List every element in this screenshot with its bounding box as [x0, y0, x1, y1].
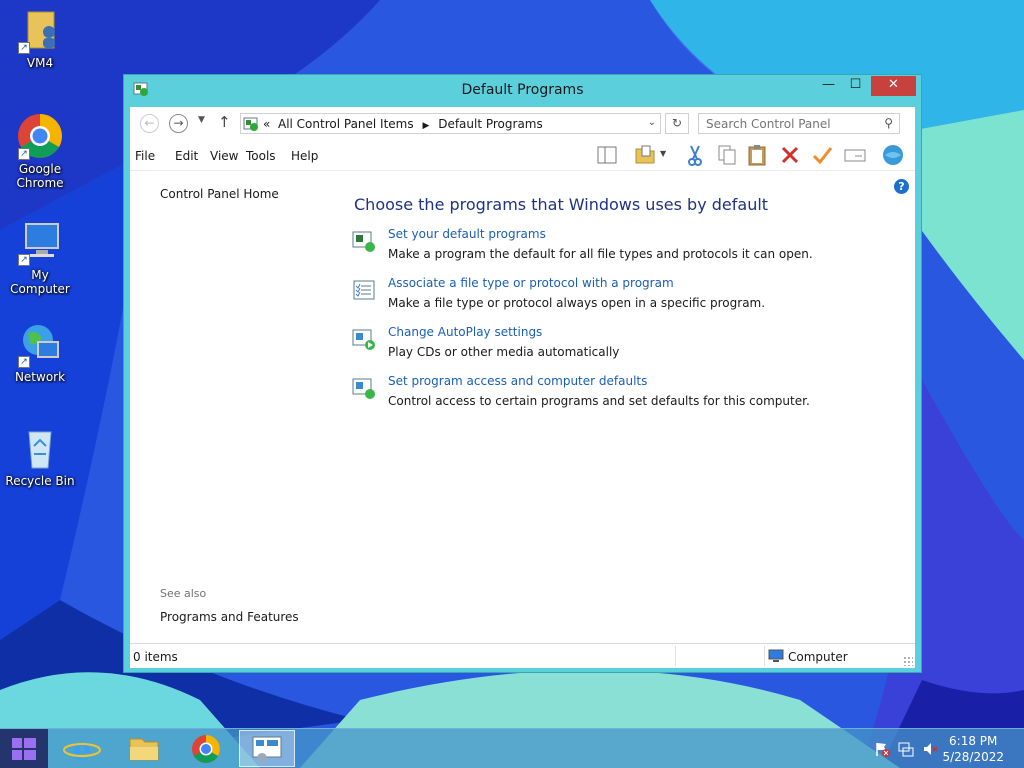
layout-pane-icon[interactable]	[595, 143, 619, 167]
desktop-icon-label: My Computer	[10, 268, 70, 296]
computer-icon	[768, 649, 784, 662]
taskbar-clock[interactable]: 6:18 PM 5/28/2022	[942, 733, 1004, 765]
task-associate-file-type: Associate a file type or protocol with a…	[352, 276, 812, 316]
volume-muted-icon[interactable]	[922, 741, 938, 757]
breadcrumb-separator-icon[interactable]: ▶	[417, 121, 434, 131]
file-association-icon	[353, 280, 375, 300]
chrome-icon	[192, 735, 220, 763]
recent-locations-dropdown[interactable]: ▼	[198, 115, 205, 125]
windows-logo-icon	[12, 738, 36, 760]
left-navigation-pane: Control Panel Home	[160, 187, 279, 201]
associate-file-type-description: Make a file type or protocol always open…	[388, 296, 766, 310]
autoplay-settings-description: Play CDs or other media automatically	[388, 345, 620, 359]
taskbar-control-panel[interactable]	[239, 730, 295, 767]
breadcrumb-all-control-panel-items[interactable]: All Control Panel Items	[278, 117, 414, 131]
desktop-icon-label: VM4	[26, 56, 54, 70]
status-divider	[764, 646, 765, 666]
control-panel-icon	[252, 736, 282, 763]
taskbar: e 6:18 PM 5/28/2022	[0, 728, 1024, 768]
desktop-icon-label: Google Chrome	[16, 162, 64, 190]
internet-explorer-icon: e	[63, 733, 101, 768]
forward-button[interactable]: →	[169, 114, 188, 133]
address-overflow-chevron[interactable]: «	[263, 117, 270, 131]
resize-grip[interactable]	[903, 656, 913, 666]
taskbar-google-chrome[interactable]	[178, 730, 234, 767]
desktop-icon-label: Network	[14, 370, 66, 384]
menu-tools[interactable]: Tools	[246, 149, 276, 163]
folder-options-dropdown-icon[interactable]: ▼	[660, 149, 684, 173]
program-access-link[interactable]: Set program access and computer defaults	[388, 374, 647, 388]
task-autoplay: Change AutoPlay settings Play CDs or oth…	[352, 325, 812, 365]
status-zone: Computer	[788, 650, 848, 664]
svg-text:e: e	[72, 733, 91, 767]
program-access-icon	[352, 378, 375, 399]
title-bar[interactable]: Default Programs — ☐ ✕	[124, 75, 921, 105]
rename-icon[interactable]	[843, 143, 867, 167]
menu-view[interactable]: View	[210, 149, 238, 163]
address-dropdown-icon[interactable]: ⌄	[648, 117, 656, 128]
search-input[interactable]	[699, 114, 874, 133]
desktop-icon-recycle-bin[interactable]: Recycle Bin	[0, 424, 80, 488]
programs-and-features-link[interactable]: Programs and Features	[160, 610, 299, 624]
folder-options-icon[interactable]	[633, 143, 657, 167]
status-bar: 0 items Computer	[130, 643, 915, 668]
paste-icon[interactable]	[745, 143, 769, 167]
properties-check-icon[interactable]	[810, 143, 834, 167]
content-area: Control Panel Home See also Programs and…	[130, 171, 915, 643]
minimize-button[interactable]: —	[815, 76, 842, 96]
cut-icon[interactable]	[683, 143, 707, 167]
menu-help[interactable]: Help	[291, 149, 318, 163]
desktop-icon-network[interactable]: ↗ Network	[0, 320, 80, 384]
network-status-icon[interactable]	[898, 741, 914, 757]
status-item-count: 0 items	[133, 650, 178, 664]
clock-time: 6:18 PM	[949, 734, 998, 748]
help-icon[interactable]: ?	[894, 179, 909, 194]
task-program-access: Set program access and computer defaults…	[352, 374, 812, 414]
window-title: Default Programs	[461, 82, 584, 98]
status-divider	[675, 646, 676, 666]
clock-date: 5/28/2022	[942, 750, 1004, 764]
start-button[interactable]	[0, 729, 48, 768]
menu-edit[interactable]: Edit	[175, 149, 198, 163]
desktop-icon-my-computer[interactable]: ↗ My Computer	[0, 218, 80, 296]
autoplay-icon	[352, 329, 375, 350]
desktop-icon-google-chrome[interactable]: ↗ Google Chrome	[0, 112, 80, 190]
address-toolbar: ← → ▼ ↑ « All Control Panel Items ▶ Defa…	[130, 107, 915, 137]
refresh-button[interactable]: ↻	[665, 113, 689, 134]
autoplay-settings-link[interactable]: Change AutoPlay settings	[388, 325, 542, 339]
back-button[interactable]: ←	[140, 114, 159, 133]
see-also-label: See also	[160, 587, 207, 600]
close-button[interactable]: ✕	[871, 76, 916, 96]
desktop-icon-label: Recycle Bin	[5, 474, 75, 488]
search-icon[interactable]: ⚲	[884, 116, 893, 130]
set-default-programs-link[interactable]: Set your default programs	[388, 227, 546, 241]
program-access-description: Control access to certain programs and s…	[388, 394, 810, 408]
up-button[interactable]: ↑	[218, 113, 231, 131]
control-panel-icon	[243, 117, 258, 131]
recycle-bin-icon	[28, 431, 52, 469]
menu-and-toolbar: File Edit View Tools Help ▼	[130, 137, 915, 171]
control-panel-home-link[interactable]: Control Panel Home	[160, 187, 279, 201]
copy-icon[interactable]	[715, 143, 739, 167]
maximize-button[interactable]: ☐	[842, 76, 869, 96]
task-set-default-programs: Set your default programs Make a program…	[352, 227, 813, 267]
default-programs-window: Default Programs — ☐ ✕ ← → ▼ ↑ « All Con…	[123, 74, 922, 673]
file-explorer-icon	[129, 738, 159, 761]
delete-icon[interactable]	[778, 143, 802, 167]
taskbar-internet-explorer[interactable]: e	[54, 730, 110, 768]
menu-file[interactable]: File	[135, 149, 155, 163]
search-box[interactable]: ⚲	[698, 113, 900, 134]
associate-file-type-link[interactable]: Associate a file type or protocol with a…	[388, 276, 674, 290]
web-globe-icon[interactable]	[881, 143, 905, 167]
page-heading: Choose the programs that Windows uses by…	[354, 195, 769, 214]
address-bar[interactable]: « All Control Panel Items ▶ Default Prog…	[240, 113, 661, 134]
breadcrumb-default-programs[interactable]: Default Programs	[438, 117, 543, 131]
action-center-flag-icon[interactable]	[874, 741, 890, 757]
desktop-icon-vm4[interactable]: ↗ VM4	[0, 6, 80, 70]
set-default-programs-description: Make a program the default for all file …	[388, 247, 813, 261]
default-programs-icon	[352, 231, 375, 252]
taskbar-file-explorer[interactable]	[116, 730, 172, 767]
